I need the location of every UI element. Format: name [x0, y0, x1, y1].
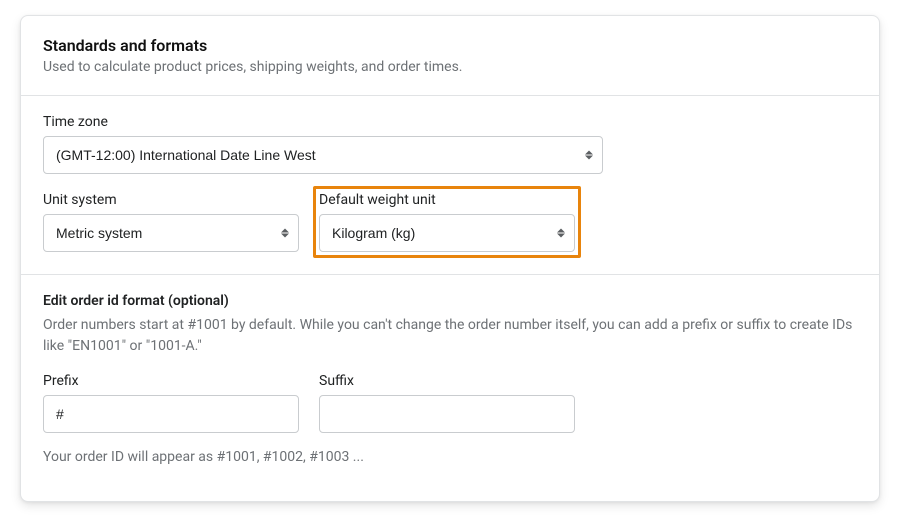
unit-system-field: Unit system Metric system [43, 192, 299, 252]
default-weight-unit-field: Default weight unit Kilogram (kg) [319, 192, 575, 252]
suffix-field: Suffix [319, 373, 575, 433]
prefix-input[interactable] [43, 395, 299, 433]
default-weight-unit-select[interactable]: Kilogram (kg) [319, 214, 575, 252]
order-id-description: Order numbers start at #1001 by default.… [43, 315, 857, 357]
standards-body: Time zone (GMT-12:00) International Date… [21, 96, 879, 274]
section-title: Standards and formats [43, 36, 857, 55]
timezone-label: Time zone [43, 114, 603, 130]
suffix-input[interactable] [319, 395, 575, 433]
timezone-select[interactable]: (GMT-12:00) International Date Line West [43, 136, 603, 174]
order-id-format-section: Edit order id format (optional) Order nu… [21, 275, 879, 501]
section-subtitle: Used to calculate product prices, shippi… [43, 59, 857, 75]
default-weight-unit-label: Default weight unit [319, 192, 575, 208]
unit-system-select[interactable]: Metric system [43, 214, 299, 252]
unit-system-label: Unit system [43, 192, 299, 208]
timezone-field: Time zone (GMT-12:00) International Date… [43, 114, 603, 174]
standards-header: Standards and formats Used to calculate … [21, 16, 879, 95]
prefix-label: Prefix [43, 373, 299, 389]
suffix-label: Suffix [319, 373, 575, 389]
prefix-field: Prefix [43, 373, 299, 433]
order-id-title: Edit order id format (optional) [43, 293, 857, 309]
settings-card: Standards and formats Used to calculate … [20, 15, 880, 502]
order-id-preview: Your order ID will appear as #1001, #100… [43, 449, 857, 465]
